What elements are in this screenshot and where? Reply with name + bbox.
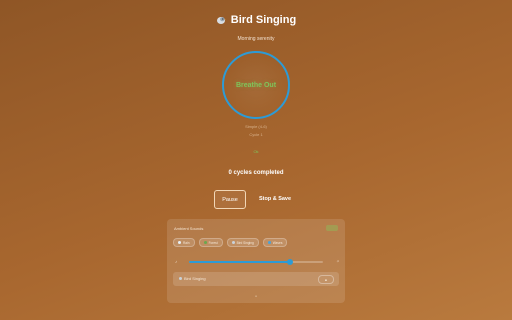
pause-button[interactable]: Pause [214, 190, 246, 209]
breath-phase-label: Breathe Out [235, 81, 277, 89]
breathing-pattern: Simple (4-6) [245, 124, 267, 129]
page-subtitle: Morning serenity [237, 36, 275, 42]
title-text: Bird Singing [230, 14, 297, 26]
wave-icon [267, 241, 271, 244]
speaker-icon: ♪ [175, 259, 177, 264]
bird-icon [231, 241, 235, 244]
panel-toggle[interactable] [326, 225, 338, 231]
status-text: Ok [253, 149, 259, 154]
hint-icon-row: ● [167, 294, 345, 298]
bird-icon [179, 277, 182, 280]
now-playing-row: Bird Singing ■ [173, 272, 339, 286]
pin-icon: ● [255, 294, 257, 298]
sound-chip-forest[interactable]: Forest [198, 238, 223, 247]
page-title: Bird Singing [216, 14, 296, 26]
cycle-indicator: Cycle 1 [249, 132, 263, 137]
ambient-sounds-panel: Ambient Sounds Rain Forest Bird Singing … [167, 219, 345, 303]
header: Bird Singing Morning serenity [0, 12, 512, 42]
sound-chip-bird[interactable]: Bird Singing [226, 238, 259, 247]
volume-max-icon: ♫ [336, 259, 339, 263]
bird-icon [216, 15, 226, 25]
volume-thumb[interactable] [286, 259, 293, 265]
sound-chip-rain[interactable]: Rain [173, 238, 195, 247]
ambient-heading: Ambient Sounds [174, 226, 204, 231]
volume-control: ♪ ♫ [175, 259, 339, 265]
sound-chip-waves[interactable]: Waves [262, 238, 288, 247]
chip-label: Bird Singing [236, 240, 254, 245]
tree-icon [203, 241, 207, 244]
chip-label: Rain [183, 240, 190, 245]
breathing-circle: Breathe Out [222, 51, 290, 119]
stop-save-button[interactable]: Stop & Save [252, 190, 298, 207]
now-playing-text: Bird Singing [184, 276, 206, 281]
chip-label: Forest [208, 240, 218, 245]
chip-label: Waves [272, 240, 283, 245]
volume-slider[interactable] [189, 259, 323, 265]
now-playing-label: Bird Singing [179, 276, 206, 281]
sound-chip-list: Rain Forest Bird Singing Waves [173, 238, 288, 247]
stop-sound-button[interactable]: ■ [318, 275, 334, 284]
cycles-completed: 0 cycles completed [228, 170, 284, 176]
cloud-icon [178, 241, 181, 244]
volume-fill [189, 261, 290, 263]
